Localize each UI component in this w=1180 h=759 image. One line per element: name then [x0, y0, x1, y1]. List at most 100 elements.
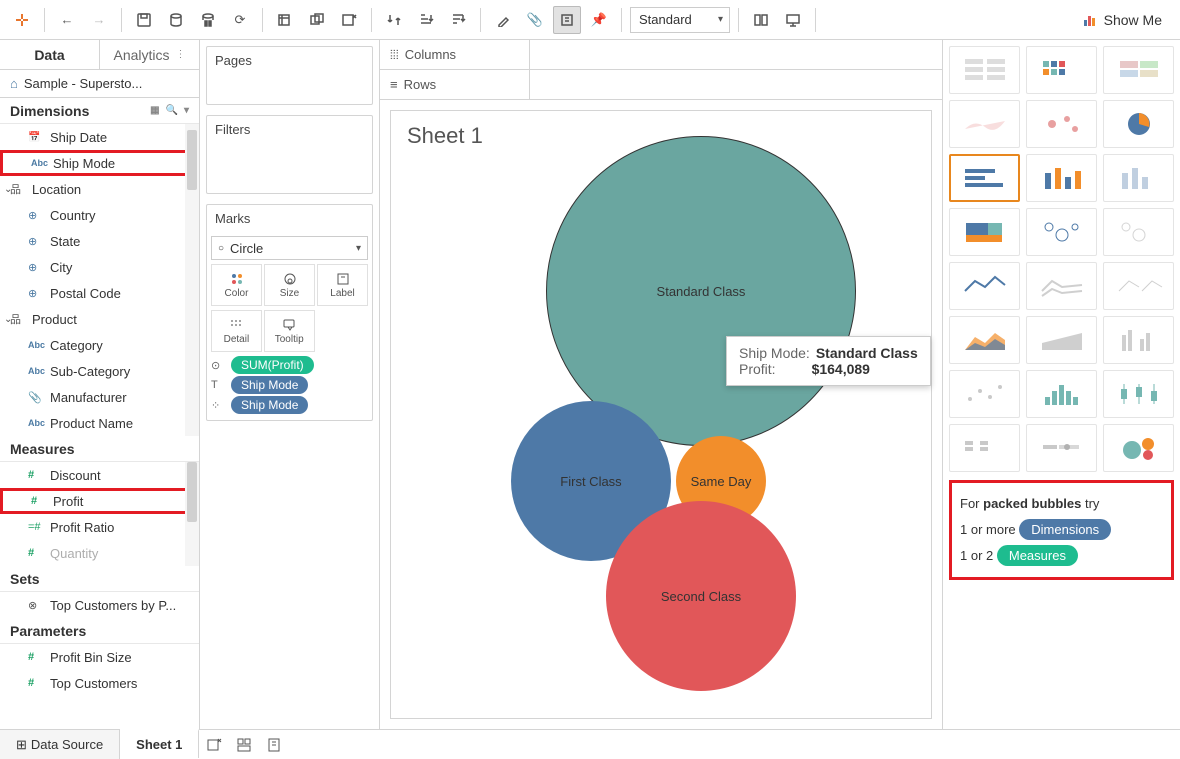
field-state[interactable]: ⊕State — [0, 228, 199, 254]
showme-option-16[interactable] — [1026, 316, 1097, 364]
search-icon[interactable]: 🔍 — [166, 105, 178, 116]
separator — [815, 8, 816, 32]
showme-option-8[interactable] — [1103, 154, 1174, 202]
showme-option-3[interactable] — [949, 100, 1020, 148]
tooltip-shelf[interactable]: Tooltip — [264, 310, 315, 352]
sort-asc-icon[interactable] — [412, 6, 440, 34]
show-cards-icon[interactable] — [747, 6, 775, 34]
label-shelf[interactable]: Label — [317, 264, 368, 306]
showme-option-20[interactable] — [1103, 370, 1174, 418]
new-datasource-icon[interactable] — [162, 6, 190, 34]
bubble-second-class[interactable]: Second Class — [606, 501, 796, 691]
showme-option-1[interactable] — [1026, 46, 1097, 94]
showme-button[interactable]: Show Me — [1072, 8, 1172, 32]
showme-option-10[interactable] — [1026, 208, 1097, 256]
swap-icon[interactable] — [380, 6, 408, 34]
tableau-logo-icon[interactable] — [8, 6, 36, 34]
menu-icon[interactable]: ▾ — [184, 105, 189, 116]
field-type-icon: 📅 — [28, 132, 44, 143]
field-product[interactable]: ⌄品Product — [0, 306, 199, 332]
showme-option-9[interactable] — [949, 208, 1020, 256]
new-story-icon[interactable] — [259, 737, 289, 753]
tab-sheet1[interactable]: Sheet 1 — [120, 729, 199, 758]
fit-dropdown[interactable]: Standard — [630, 7, 730, 33]
mark-type-dropdown[interactable]: ○Circle — [211, 236, 368, 260]
filters-card[interactable]: Filters — [206, 115, 373, 194]
scrollbar[interactable] — [185, 462, 199, 566]
size-shelf[interactable]: Size — [264, 264, 315, 306]
field-country[interactable]: ⊕Country — [0, 202, 199, 228]
new-worksheet-icon[interactable] — [271, 6, 299, 34]
showme-option-6[interactable] — [949, 154, 1020, 202]
showme-option-13[interactable] — [1026, 262, 1097, 310]
showme-option-15[interactable] — [949, 316, 1020, 364]
columns-shelf[interactable]: ⦙⦙⦙Columns — [380, 40, 942, 70]
color-pill-row[interactable]: ⁘Ship Mode — [211, 396, 368, 414]
showme-option-17[interactable] — [1103, 316, 1174, 364]
clear-icon[interactable] — [335, 6, 363, 34]
pin-icon[interactable]: 📌 — [585, 6, 613, 34]
attach-icon[interactable]: 📎 — [521, 6, 549, 34]
field-ship-date[interactable]: 📅Ship Date — [0, 124, 199, 150]
showme-option-23[interactable] — [1103, 424, 1174, 472]
viz-canvas[interactable]: Sheet 1 Standard ClassFirst ClassSame Da… — [390, 110, 932, 719]
field-sub-category[interactable]: AbcSub-Category — [0, 358, 199, 384]
field-location[interactable]: ⌄品Location — [0, 176, 199, 202]
field-discount[interactable]: #Discount — [0, 462, 199, 488]
shipmode-color-pill[interactable]: Ship Mode — [231, 396, 308, 414]
field-profit[interactable]: #Profit — [0, 488, 199, 514]
showme-option-4[interactable] — [1026, 100, 1097, 148]
showme-option-19[interactable] — [1026, 370, 1097, 418]
view-icon[interactable]: ▦ — [150, 105, 159, 116]
field-profit-ratio[interactable]: =#Profit Ratio — [0, 514, 199, 540]
datasource-row[interactable]: ⌂ Sample - Supersto... — [0, 70, 199, 98]
highlight-icon[interactable] — [489, 6, 517, 34]
rows-shelf[interactable]: ≡Rows — [380, 70, 942, 100]
forward-icon[interactable]: → — [85, 6, 113, 34]
presentation-icon[interactable] — [779, 6, 807, 34]
showme-option-14[interactable] — [1103, 262, 1174, 310]
detail-shelf[interactable]: Detail — [211, 310, 262, 352]
field-city[interactable]: ⊕City — [0, 254, 199, 280]
field-postal-code[interactable]: ⊕Postal Code — [0, 280, 199, 306]
sum-profit-pill[interactable]: SUM(Profit) — [231, 356, 314, 374]
back-icon[interactable]: ← — [53, 6, 81, 34]
size-pill-row[interactable]: ⊙SUM(Profit) — [211, 356, 368, 374]
expand-icon[interactable]: ⌄ — [4, 314, 12, 325]
save-icon[interactable] — [130, 6, 158, 34]
showme-option-12[interactable] — [949, 262, 1020, 310]
new-dashboard-icon[interactable] — [229, 737, 259, 753]
showme-option-2[interactable] — [1103, 46, 1174, 94]
expand-icon[interactable]: ⌄ — [4, 184, 12, 195]
field-profit-bin-size[interactable]: #Profit Bin Size — [0, 644, 199, 670]
tab-data[interactable]: Data — [0, 40, 99, 69]
bubble-standard-class[interactable]: Standard Class — [546, 136, 856, 446]
field-top-customers[interactable]: #Top Customers — [0, 670, 199, 696]
showme-option-18[interactable] — [949, 370, 1020, 418]
pause-icon[interactable] — [194, 6, 222, 34]
showme-option-22[interactable] — [1026, 424, 1097, 472]
pages-card[interactable]: Pages — [206, 46, 373, 105]
refresh-icon[interactable]: ⟳ — [226, 6, 254, 34]
sort-desc-icon[interactable] — [444, 6, 472, 34]
showme-option-7[interactable] — [1026, 154, 1097, 202]
labels-toggle-icon[interactable] — [553, 6, 581, 34]
showme-option-5[interactable] — [1103, 100, 1174, 148]
scrollbar[interactable] — [185, 124, 199, 436]
duplicate-icon[interactable] — [303, 6, 331, 34]
field-quantity[interactable]: #Quantity — [0, 540, 199, 566]
color-shelf[interactable]: Color — [211, 264, 262, 306]
label-pill-row[interactable]: TShip Mode — [211, 376, 368, 394]
shipmode-label-pill[interactable]: Ship Mode — [231, 376, 308, 394]
field-top-customers-by-p-[interactable]: ⊗Top Customers by P... — [0, 592, 199, 618]
field-ship-mode[interactable]: AbcShip Mode — [0, 150, 199, 176]
tab-analytics[interactable]: Analytics ⋮ — [99, 40, 199, 69]
showme-option-11[interactable] — [1103, 208, 1174, 256]
field-category[interactable]: AbcCategory — [0, 332, 199, 358]
field-product-name[interactable]: AbcProduct Name — [0, 410, 199, 436]
new-sheet-icon[interactable] — [199, 737, 229, 753]
showme-option-0[interactable] — [949, 46, 1020, 94]
tab-datasource[interactable]: ⊞Data Source — [0, 730, 120, 759]
showme-option-21[interactable] — [949, 424, 1020, 472]
field-manufacturer[interactable]: 📎Manufacturer — [0, 384, 199, 410]
